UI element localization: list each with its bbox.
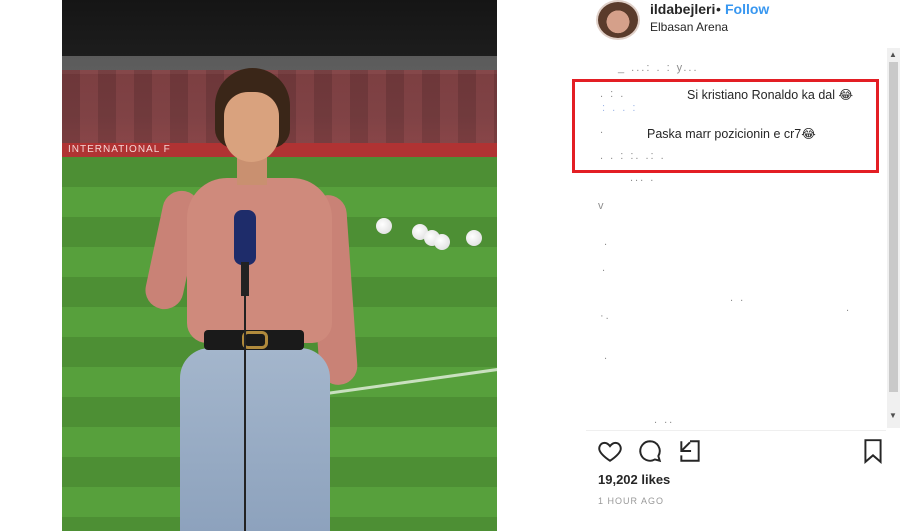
scrollbar-thumb[interactable] [889, 62, 898, 392]
blurred-comment: v [598, 200, 606, 212]
instagram-post-view: INTERNATIONAL F ildabejleri • Follow Elb… [0, 0, 900, 531]
comment-icon[interactable] [637, 438, 663, 464]
blurred-comment: ... . [630, 172, 656, 184]
microphone-cable [244, 294, 246, 531]
blurred-comment: . [602, 262, 608, 274]
ball [376, 218, 392, 234]
actions-divider [586, 430, 886, 431]
blurred-comment: . .. [654, 414, 675, 426]
likes-count[interactable]: 19,202 likes [598, 472, 670, 487]
blurred-comment: ·. [600, 310, 611, 322]
scroll-down-arrow-icon[interactable]: ▼ [889, 411, 897, 420]
scroll-up-arrow-icon[interactable]: ▲ [889, 50, 897, 59]
highlight-box [572, 79, 879, 173]
heart-icon[interactable] [597, 438, 623, 464]
ball [466, 230, 482, 246]
avatar[interactable] [596, 0, 640, 40]
bookmark-icon[interactable] [860, 438, 886, 464]
location-link[interactable]: Elbasan Arena [650, 20, 728, 34]
username-link[interactable]: ildabejleri [650, 1, 715, 17]
post-photo[interactable]: INTERNATIONAL F [62, 0, 497, 531]
person-face [224, 92, 279, 162]
follow-button[interactable]: Follow [725, 1, 769, 17]
blurred-comment: . [604, 350, 610, 362]
blurred-comment: _ ...: . : y... [618, 62, 699, 74]
blurred-comment: . . [730, 292, 746, 304]
microphone [234, 210, 256, 265]
microphone-handle [241, 262, 249, 296]
post-timestamp: 1 HOUR AGO [598, 496, 665, 506]
separator-dot: • [716, 1, 721, 17]
blurred-comment: . [604, 236, 610, 248]
ball [434, 234, 450, 250]
person-jeans [180, 348, 330, 531]
share-icon[interactable] [677, 438, 703, 464]
blurred-comment: . [846, 302, 852, 314]
person-top [187, 178, 332, 343]
